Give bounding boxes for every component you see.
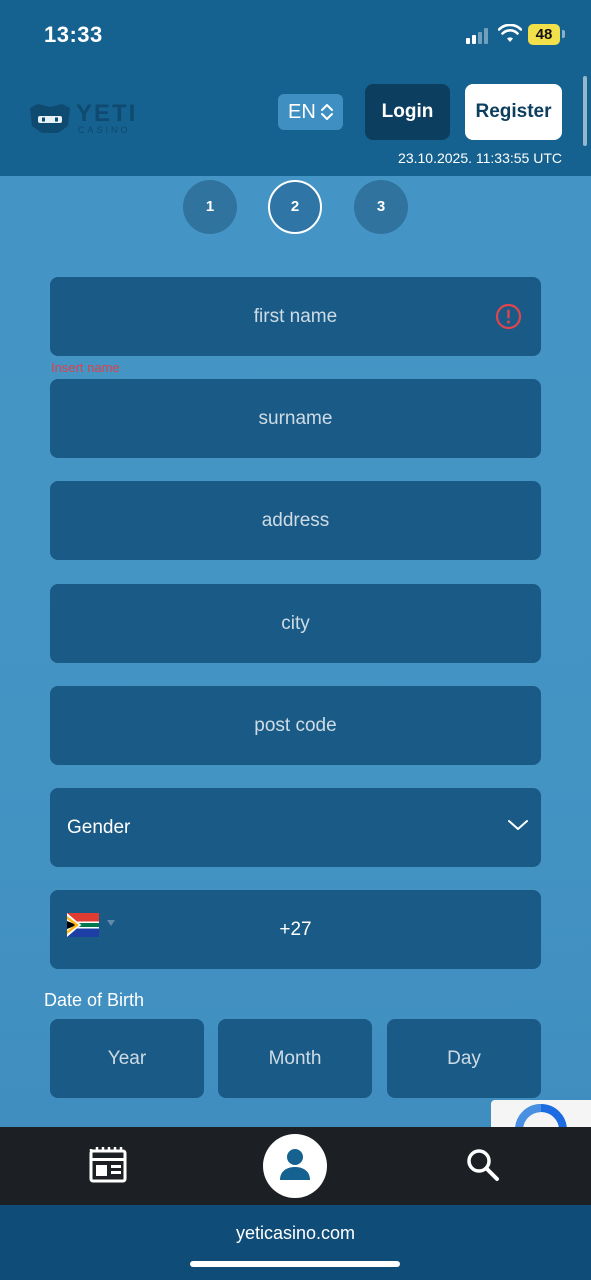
home-indicator[interactable] [190, 1261, 400, 1267]
step-2-active[interactable]: 2 [268, 180, 322, 234]
bottom-navigation [0, 1127, 591, 1205]
battery-indicator: 48 [528, 24, 560, 45]
server-timestamp: 23.10.2025. 11:33:55 UTC [398, 150, 562, 166]
calendar-icon[interactable] [89, 1147, 127, 1183]
address-input[interactable]: address [50, 481, 541, 560]
user-icon [280, 1149, 310, 1180]
city-placeholder: city [281, 613, 310, 634]
logo-text: YETI [76, 100, 138, 127]
yeti-casino-logo[interactable]: YETI CASINO [28, 102, 138, 138]
login-button[interactable]: Login [365, 84, 450, 140]
phone-input[interactable]: +27 [50, 890, 541, 969]
first-name-error: Insert name [51, 360, 120, 375]
status-bar: 13:33 48 [0, 0, 591, 70]
post-code-placeholder: post code [254, 715, 337, 736]
phone-country-code: +27 [279, 919, 312, 940]
site-header: YETI CASINO EN Login Register 23.10.2025… [0, 70, 591, 176]
surname-placeholder: surname [258, 408, 333, 429]
chevron-down-icon [508, 820, 528, 830]
error-icon [495, 303, 522, 330]
first-name-placeholder: first name [253, 306, 338, 327]
dob-day-select[interactable]: Day [387, 1019, 541, 1098]
south-africa-flag-icon[interactable] [67, 913, 99, 937]
registration-steps: 1 2 3 [0, 178, 591, 234]
scroll-indicator [583, 76, 587, 146]
browser-url[interactable]: yeticasino.com [0, 1223, 591, 1244]
gender-label: Gender [67, 817, 131, 838]
recaptcha-badge[interactable] [491, 1100, 591, 1127]
chevron-up-down-icon [321, 104, 333, 120]
register-button[interactable]: Register [465, 84, 562, 140]
language-select[interactable]: EN [278, 94, 343, 130]
yeti-mask-icon [30, 104, 70, 133]
battery-tip [562, 30, 565, 38]
logo-subtext: CASINO [78, 125, 131, 135]
caret-down-icon [107, 920, 115, 926]
city-input[interactable]: city [50, 584, 541, 663]
dob-label: Date of Birth [44, 990, 145, 1010]
first-name-input[interactable]: first name [50, 277, 541, 356]
profile-button[interactable] [263, 1134, 327, 1198]
browser-address-bar: yeticasino.com [0, 1205, 591, 1280]
step-3[interactable]: 3 [354, 180, 408, 234]
recaptcha-icon [515, 1104, 567, 1127]
cellular-signal-icon [466, 28, 492, 44]
dob-month-select[interactable]: Month [218, 1019, 372, 1098]
dob-year-select[interactable]: Year [50, 1019, 204, 1098]
language-value: EN [288, 101, 316, 123]
surname-input[interactable]: surname [50, 379, 541, 458]
search-icon[interactable] [466, 1148, 500, 1182]
post-code-input[interactable]: post code [50, 686, 541, 765]
step-1[interactable]: 1 [183, 180, 237, 234]
wifi-icon [498, 24, 522, 42]
address-placeholder: address [261, 510, 330, 531]
status-time: 13:33 [44, 22, 103, 47]
gender-select[interactable]: Gender [50, 788, 541, 867]
